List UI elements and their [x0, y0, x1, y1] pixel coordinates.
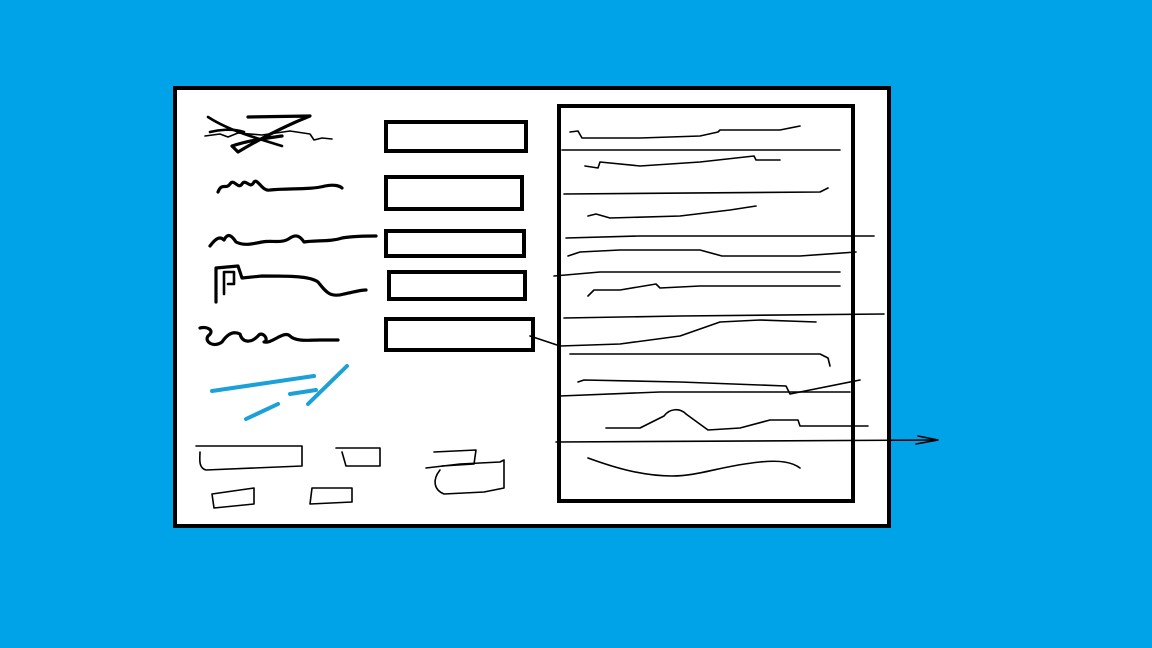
app-window — [173, 86, 891, 528]
wireframe-sketch-canvas — [0, 0, 1152, 648]
